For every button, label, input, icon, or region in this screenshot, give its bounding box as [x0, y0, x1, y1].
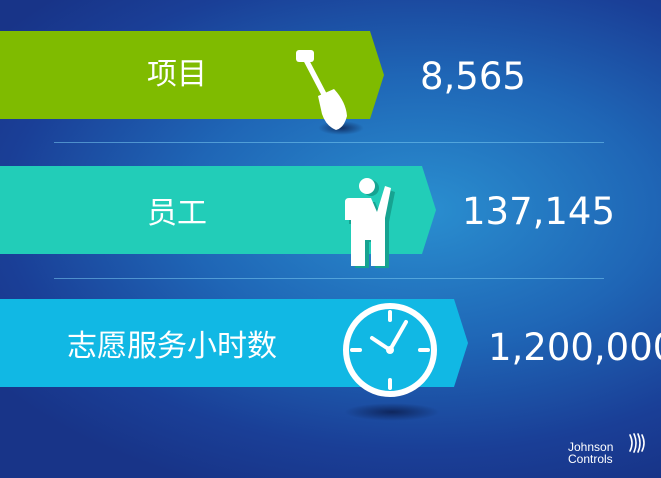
shovel-icon	[296, 50, 347, 130]
divider-2	[54, 278, 604, 279]
employees-label: 员工	[147, 196, 207, 231]
clock-icon	[343, 303, 437, 397]
employees-value: 137,145	[462, 190, 616, 233]
projects-value: 8,565	[420, 55, 526, 98]
projects-label: 项目	[147, 57, 207, 92]
volunteer-hours-value: 1,200,000	[488, 326, 661, 369]
clock-shadow	[344, 403, 440, 421]
logo-text-controls: Controls	[568, 452, 613, 466]
johnson-controls-logo: Johnson Controls	[568, 441, 613, 465]
volunteer-hours-label: 志愿服务小时数	[67, 329, 277, 364]
divider-1	[54, 142, 604, 143]
logo-mark-icon	[629, 433, 645, 453]
person-raising-hand-icon	[345, 178, 395, 268]
